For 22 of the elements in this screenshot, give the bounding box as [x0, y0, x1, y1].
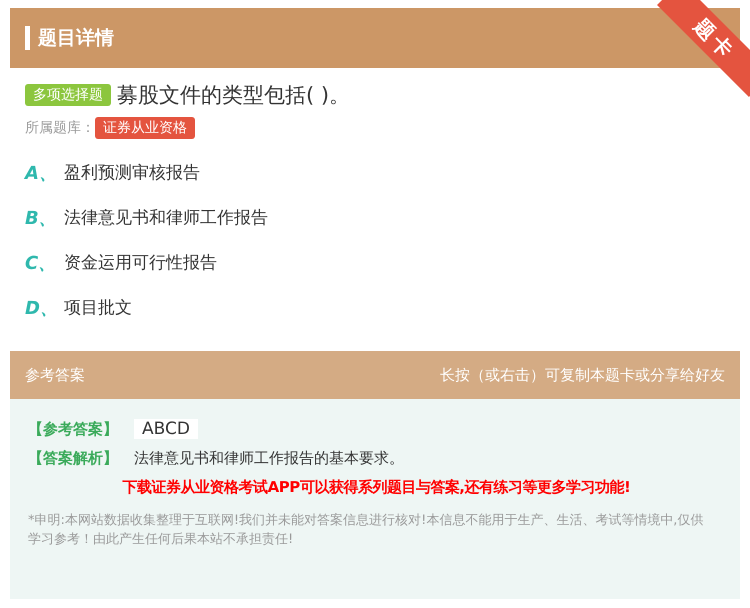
question-type-badge: 多项选择题 — [25, 84, 111, 106]
question-text: 募股文件的类型包括( )。 — [117, 82, 350, 109]
option-text: 盈利预测审核报告 — [64, 162, 200, 184]
bank-tag[interactable]: 证券从业资格 — [95, 117, 195, 139]
title-accent-bar — [25, 26, 30, 50]
promo-text: 下载证券从业资格考试APP可以获得系列题目与答案,还有练习等更多学习功能! — [122, 478, 632, 497]
option-letter: D、 — [25, 296, 59, 320]
analysis-label: 【答案解析】 — [28, 449, 119, 468]
section-title: 题目详情 — [38, 26, 114, 51]
analysis-text: 法律意见书和律师工作报告的基本要求。 — [134, 449, 404, 468]
share-hint: 长按（或右击）可复制本题卡或分享给好友 — [440, 366, 725, 384]
option-text: 资金运用可行性报告 — [64, 252, 217, 274]
option-letter: B、 — [25, 206, 58, 230]
bank-label: 所属题库： — [25, 119, 95, 137]
disclaimer-text: *申明:本网站数据收集整理于互联网!我们并未能对答案信息进行核对!本信息不能用于生产、生活、考试等情境中,仅供学习参考！由此产生任何后果本站不承担责任! — [28, 512, 704, 549]
option-text: 项目批文 — [64, 297, 132, 319]
option-letter: C、 — [25, 252, 58, 274]
answer-section-title: 参考答案 — [25, 366, 85, 384]
answer-label: 【参考答案】 — [28, 420, 119, 438]
option-letter: A、 — [25, 162, 58, 184]
option-text: 法律意见书和律师工作报告 — [64, 207, 268, 229]
answer-value: ABCD — [134, 419, 198, 439]
